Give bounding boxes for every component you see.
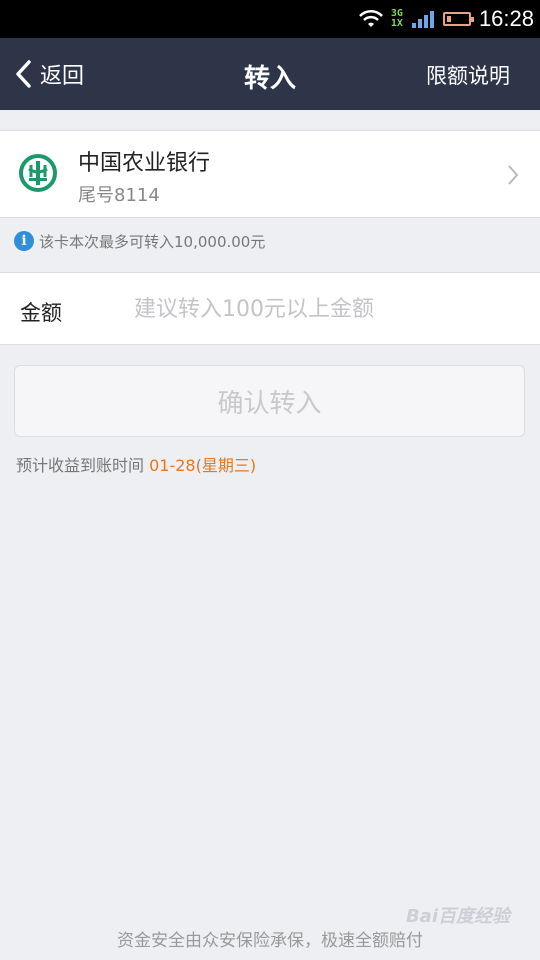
nav-bar: 返回 转入 限额说明 (0, 38, 540, 110)
info-icon: i (14, 231, 34, 251)
arrival-estimate-label: 预计收益到账时间 (16, 456, 150, 475)
network-type-icon: 3G 1X (391, 9, 403, 29)
card-tail-number: 尾号8114 (78, 185, 160, 206)
wifi-icon (358, 9, 383, 27)
network-1x: 1X (390, 18, 403, 29)
status-icons: 3G 1X 16:28 (358, 0, 534, 38)
amount-row: 金额 (0, 272, 540, 345)
bank-card-selector[interactable]: 中国农业银行 尾号8114 (0, 130, 540, 218)
amount-label: 金额 (20, 301, 62, 325)
abc-bank-logo-icon (19, 154, 57, 192)
battery-icon (442, 12, 474, 26)
amount-input[interactable] (134, 285, 524, 333)
chevron-right-icon (508, 165, 519, 185)
confirm-transfer-button[interactable]: 确认转入 (14, 365, 525, 437)
baidu-watermark: Bai百度经验 (405, 906, 510, 927)
signal-icon (411, 11, 434, 28)
arrival-date: 01-28(星期三) (149, 456, 257, 475)
limit-tip-text: 该卡本次最多可转入10,000.00元 (39, 232, 266, 251)
limit-info-button[interactable]: 限额说明 (426, 60, 510, 90)
arrival-estimate: 预计收益到账时间 01-28(星期三) (16, 452, 256, 476)
status-bar: 3G 1X 16:28 (0, 0, 540, 38)
security-notice: 资金安全由众安保险承保，极速全额赔付 (117, 931, 423, 951)
limit-tip: i 该卡本次最多可转入10,000.00元 (14, 230, 265, 252)
bank-name: 中国农业银行 (78, 151, 211, 176)
status-time: 16:28 (478, 6, 534, 31)
